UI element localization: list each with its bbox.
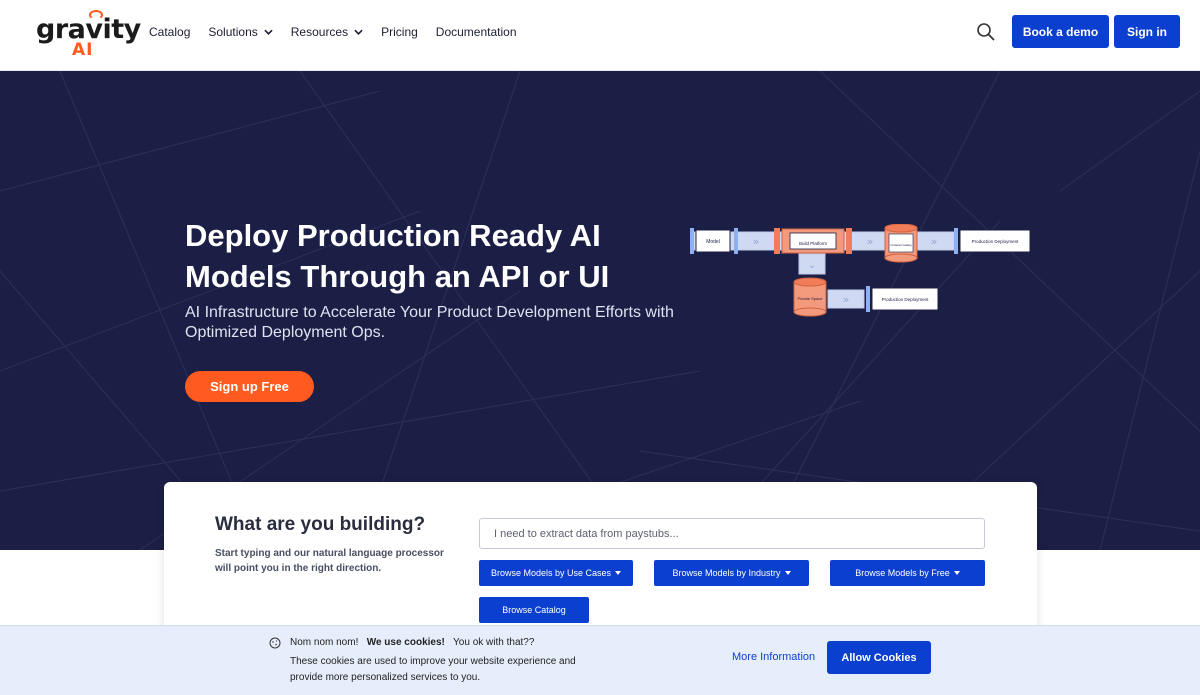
nav-pricing-label: Pricing xyxy=(381,25,418,39)
browse-use-cases-label: Browse Models by Use Cases xyxy=(490,568,612,578)
nav-resources-label: Resources xyxy=(290,25,349,39)
sign-in-button[interactable]: Sign in xyxy=(1114,15,1180,48)
gravity-ai-logo[interactable]: gravity AI xyxy=(36,10,141,60)
deployment-pipeline-diagram: Model » Build Platform » Container Catal… xyxy=(690,224,1031,317)
cookie-body: These cookies are used to improve your w… xyxy=(290,656,576,683)
logo-orbit-mark xyxy=(89,10,103,20)
allow-cookies-button[interactable]: Allow Cookies xyxy=(827,641,931,674)
browse-catalog-button[interactable]: Browse Catalog xyxy=(479,597,589,623)
chevron-right-icon: » xyxy=(843,293,850,306)
site-header: gravity AI Catalog Solutions Resources P… xyxy=(0,0,1200,71)
chevron-right-icon: » xyxy=(753,235,760,248)
logo-ai-text: AI xyxy=(72,40,94,60)
more-information-link[interactable]: More Information xyxy=(732,651,815,663)
chevron-down-icon xyxy=(354,29,363,35)
caret-down-icon xyxy=(784,571,791,575)
browse-industry-label: Browse Models by Industry xyxy=(672,568,781,578)
nav-catalog[interactable]: Catalog xyxy=(149,25,190,39)
nav-solutions[interactable]: Solutions xyxy=(208,25,273,39)
nav-documentation[interactable]: Documentation xyxy=(436,25,517,39)
chevron-down-icon: ⌄ xyxy=(808,260,816,271)
caret-down-icon xyxy=(615,571,622,575)
cookie-headline: Nom nom nom! We use cookies! You ok with… xyxy=(290,637,534,648)
nav-resources[interactable]: Resources xyxy=(291,25,363,39)
hero-section: Deploy Production Ready AI Models Throug… xyxy=(0,71,1200,550)
chevron-right-icon: » xyxy=(931,235,938,248)
diagram-private-space-label: Private Space xyxy=(798,296,824,301)
sign-up-free-button[interactable]: Sign up Free xyxy=(185,371,314,402)
browse-free-button[interactable]: Browse Models by Free xyxy=(830,560,985,586)
cookie-icon xyxy=(269,637,281,649)
card-title: What are you building? xyxy=(215,514,426,535)
diagram-container-catalog-label: Container Catalog xyxy=(891,243,912,247)
diagram-build-platform-label: Build Platform xyxy=(799,241,827,246)
browse-use-cases-button[interactable]: Browse Models by Use Cases xyxy=(479,560,633,586)
chevron-right-icon: » xyxy=(867,235,874,248)
card-description: Start typing and our natural language pr… xyxy=(215,548,444,574)
hero-title: Deploy Production Ready AI Models Throug… xyxy=(185,218,610,294)
diagram-production-deployment-label: Production Deployment xyxy=(972,239,1020,244)
cookie-question: You ok with that?? xyxy=(453,637,535,648)
chevron-down-icon xyxy=(264,29,273,35)
nav-catalog-label: Catalog xyxy=(149,25,191,39)
building-search-input[interactable] xyxy=(479,518,985,549)
browse-free-label: Browse Models by Free xyxy=(855,568,950,578)
browse-industry-button[interactable]: Browse Models by Industry xyxy=(654,560,809,586)
diagram-model-label: Model xyxy=(706,239,720,245)
search-icon[interactable] xyxy=(976,22,996,42)
nav-documentation-label: Documentation xyxy=(435,25,517,39)
main-nav: Catalog Solutions Resources Pricing Docu… xyxy=(149,0,535,64)
cookie-intro: Nom nom nom! xyxy=(290,637,359,648)
caret-down-icon xyxy=(953,571,960,575)
cookie-strong: We use cookies! xyxy=(366,637,445,648)
nav-solutions-label: Solutions xyxy=(208,25,258,39)
cookie-banner: Nom nom nom! We use cookies! You ok with… xyxy=(0,625,1200,695)
book-demo-button[interactable]: Book a demo xyxy=(1012,15,1109,48)
model-search-card: What are you building? Start typing and … xyxy=(164,482,1037,642)
hero-subtitle: AI Infrastructure to Accelerate Your Pro… xyxy=(185,304,674,341)
diagram-production-deployment-2-label: Production Deployment xyxy=(882,297,930,302)
nav-pricing[interactable]: Pricing xyxy=(381,25,418,39)
